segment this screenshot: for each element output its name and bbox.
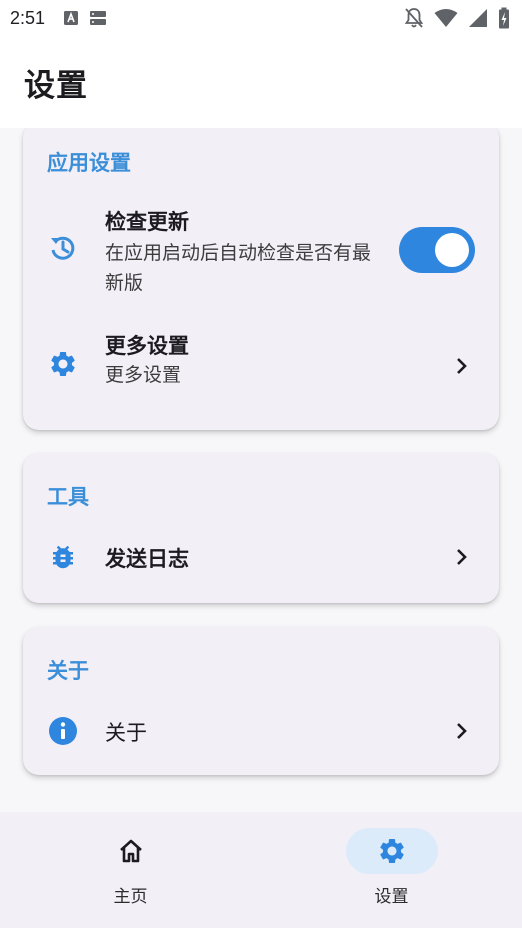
more-settings-row[interactable]: 更多设置 更多设置	[23, 328, 499, 408]
section-title-app-settings: 应用设置	[47, 151, 131, 175]
home-icon	[119, 839, 142, 863]
about-card: 关于 关于	[23, 627, 499, 775]
check-update-toggle[interactable]	[399, 227, 475, 273]
app-bar: 设置	[0, 36, 522, 128]
gear-icon	[47, 348, 79, 380]
nav-settings-indicator	[345, 828, 438, 874]
chevron-right-icon	[457, 549, 467, 565]
page-title: 设置	[24, 67, 88, 104]
more-settings-subtitle: 更多设置	[105, 364, 182, 386]
section-title-tools: 工具	[47, 485, 89, 509]
gear-icon	[379, 839, 404, 863]
nav-home-indicator	[85, 828, 177, 874]
nav-settings-label: 设置	[374, 887, 409, 907]
nav-home-label: 主页	[113, 887, 148, 907]
battery-charging-icon	[499, 7, 509, 29]
check-update-row[interactable]: 检查更新 在应用启动后自动检查是否有最 新版	[23, 202, 499, 302]
about-row[interactable]: 关于	[23, 701, 499, 761]
tools-card: 工具 发送日志	[23, 453, 499, 603]
settings-content[interactable]: 应用设置 检查更新 在应用启动后自动检查是否有最 新版 更多设置 更多设置 工具…	[0, 128, 522, 812]
bottom-navigation: 主页 设置	[0, 812, 522, 928]
nav-item-home[interactable]: 主页	[0, 812, 261, 928]
chevron-right-icon	[457, 723, 467, 739]
signal-icon	[469, 9, 487, 27]
status-bar: 2:51	[0, 0, 522, 36]
nav-item-settings[interactable]: 设置	[261, 812, 522, 928]
toggle-knob	[435, 233, 469, 267]
storage-indicator-icon	[90, 11, 107, 25]
check-update-title: 检查更新	[105, 210, 189, 234]
send-log-row[interactable]: 发送日志	[23, 527, 499, 587]
keyboard-indicator-icon	[64, 11, 79, 25]
send-log-title: 发送日志	[105, 547, 189, 571]
update-history-icon	[47, 232, 79, 264]
about-title: 关于	[105, 721, 147, 745]
section-title-about: 关于	[47, 659, 89, 683]
notifications-off-icon	[404, 8, 424, 28]
chevron-right-icon	[457, 358, 467, 374]
status-time: 2:51	[10, 7, 46, 28]
bug-icon	[47, 541, 79, 573]
check-update-subtitle-line2: 新版	[105, 272, 144, 294]
info-icon	[47, 715, 79, 747]
check-update-subtitle-line1: 在应用启动后自动检查是否有最	[105, 242, 372, 264]
more-settings-title: 更多设置	[105, 334, 189, 358]
wifi-icon	[434, 9, 458, 27]
app-settings-card: 应用设置 检查更新 在应用启动后自动检查是否有最 新版 更多设置 更多设置	[23, 128, 499, 430]
